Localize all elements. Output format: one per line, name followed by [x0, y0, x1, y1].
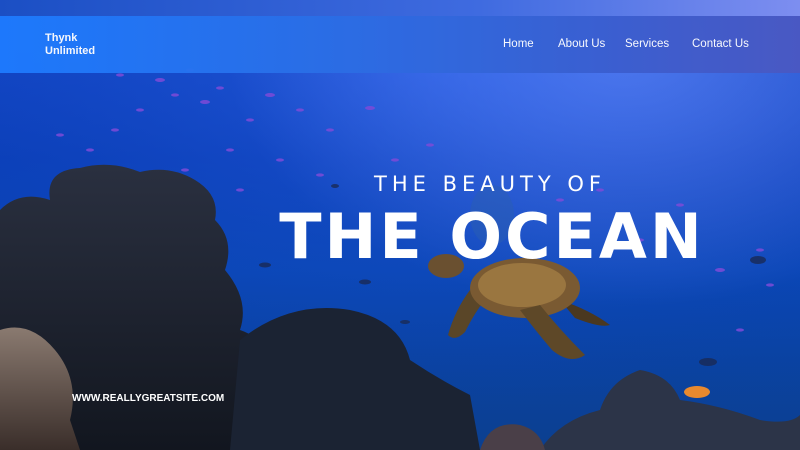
- hero-title: THE OCEAN: [279, 200, 705, 273]
- nav-link-about-us[interactable]: About Us: [558, 38, 605, 50]
- top-gradient-strip: [0, 0, 800, 16]
- navigation-bar: Thynk Unlimited Home About Us Services C…: [0, 16, 800, 73]
- orange-fish: [684, 386, 710, 398]
- nav-link-home[interactable]: Home: [503, 38, 534, 50]
- nav-link-services[interactable]: Services: [625, 38, 669, 50]
- nav-link-contact-us[interactable]: Contact Us: [692, 38, 749, 50]
- website-link[interactable]: WWW.REALLYGREATSITE.COM: [72, 393, 224, 404]
- brand-logo-text[interactable]: Thynk Unlimited: [45, 32, 115, 58]
- hero-subtitle: THE BEAUTY OF: [374, 172, 606, 196]
